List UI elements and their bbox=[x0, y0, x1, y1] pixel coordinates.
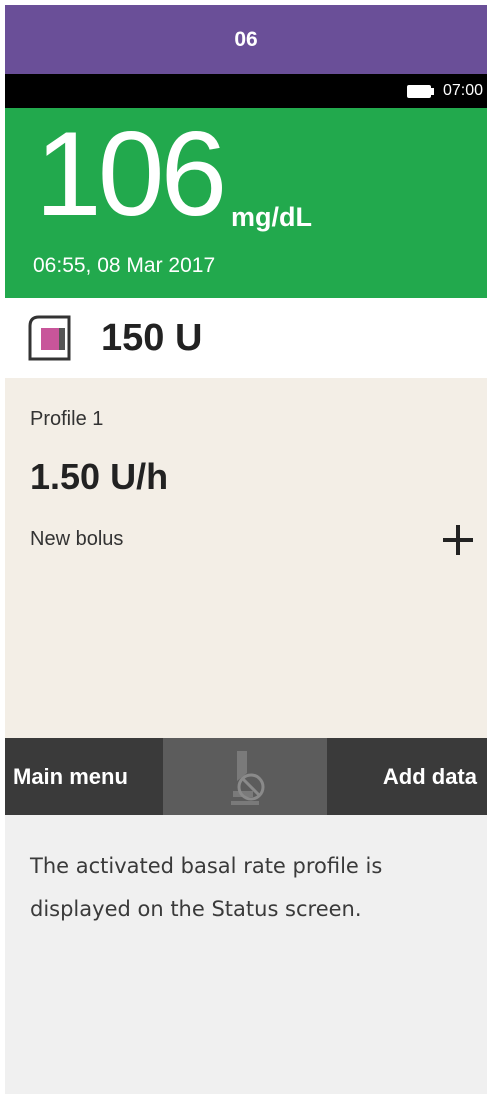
step-number: 06 bbox=[234, 27, 258, 51]
plus-icon[interactable] bbox=[441, 523, 475, 557]
main-menu-label: Main menu bbox=[13, 763, 128, 789]
new-bolus-label[interactable]: New bolus bbox=[30, 528, 123, 551]
main-menu-button[interactable]: Main menu bbox=[5, 738, 163, 815]
reservoir-row: 150 U bbox=[5, 298, 487, 378]
screen-frame: 06 07:00 106 mg/dL 06:55, 08 Mar 2017 15… bbox=[5, 5, 487, 1094]
status-bar: 07:00 bbox=[5, 74, 487, 108]
add-data-label: Add data bbox=[382, 763, 477, 789]
battery-icon bbox=[406, 84, 434, 98]
glucose-value: 106 bbox=[35, 107, 227, 241]
caption-text: The activated basal rate profile is disp… bbox=[30, 854, 383, 921]
cartridge-icon bbox=[28, 315, 71, 361]
add-data-button[interactable]: Add data bbox=[327, 738, 487, 815]
glucose-timestamp: 06:55, 08 Mar 2017 bbox=[33, 254, 216, 277]
basal-rate: 1.50 U/h bbox=[30, 456, 169, 497]
basal-profile-name: Profile 1 bbox=[30, 408, 104, 430]
softkey-bar: Main menu Add data bbox=[5, 738, 487, 815]
reservoir-amount: 150 U bbox=[101, 316, 203, 359]
glucose-unit: mg/dL bbox=[231, 202, 312, 232]
status-content: Profile 1 1.50 U/h New bolus bbox=[5, 378, 487, 738]
pump-stop-button[interactable] bbox=[163, 738, 327, 815]
step-header: 06 bbox=[5, 5, 487, 74]
glucose-panel[interactable]: 106 mg/dL 06:55, 08 Mar 2017 bbox=[5, 108, 487, 298]
clock-time: 07:00 bbox=[442, 82, 483, 99]
pump-stop-icon bbox=[231, 750, 265, 805]
